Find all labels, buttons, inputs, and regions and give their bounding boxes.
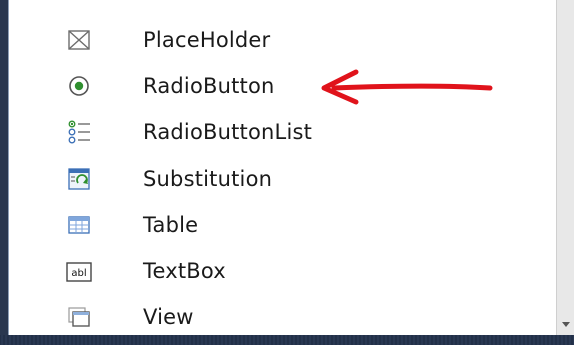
red-arrow-annotation [321,69,493,105]
toolbox-item-label: RadioButton [143,74,275,98]
toolbox-item-substitution[interactable]: Substitution [9,156,556,202]
radio-button-list-icon [66,119,92,145]
toolbox-item-placeholder[interactable]: PlaceHolder [9,17,556,63]
toolbox-item-label: Substitution [143,167,273,191]
toolbox-item-label: View [143,305,194,329]
panel-left-border [0,0,9,345]
toolbox-item-radiobuttonlist[interactable]: RadioButtonList [9,109,556,155]
panel-bottom-border [0,335,574,345]
toolbox-item-textbox[interactable]: abl TextBox [9,248,556,294]
toolbox-panel: PlaceHolder RadioButton RadioButtonList … [0,0,574,345]
toolbox-item-table[interactable]: Table [9,202,556,248]
textbox-icon: abl [66,259,92,283]
toolbox-item-view[interactable]: View [9,294,556,340]
toolbox-item-label: TextBox [143,259,226,283]
toolbox-list: PlaceHolder RadioButton RadioButtonList … [9,0,556,335]
table-icon [66,212,92,238]
vertical-scrollbar[interactable] [556,0,574,335]
toolbox-item-label: RadioButtonList [143,120,313,144]
scroll-down-arrow-icon[interactable] [562,322,570,327]
substitution-icon [66,166,92,192]
placeholder-icon [66,27,92,53]
textbox-icon-text: abl [71,268,86,279]
toolbox-item-label: PlaceHolder [143,28,271,52]
view-icon [66,304,92,330]
radio-button-icon [66,73,92,99]
toolbox-item-label: Table [143,213,199,237]
